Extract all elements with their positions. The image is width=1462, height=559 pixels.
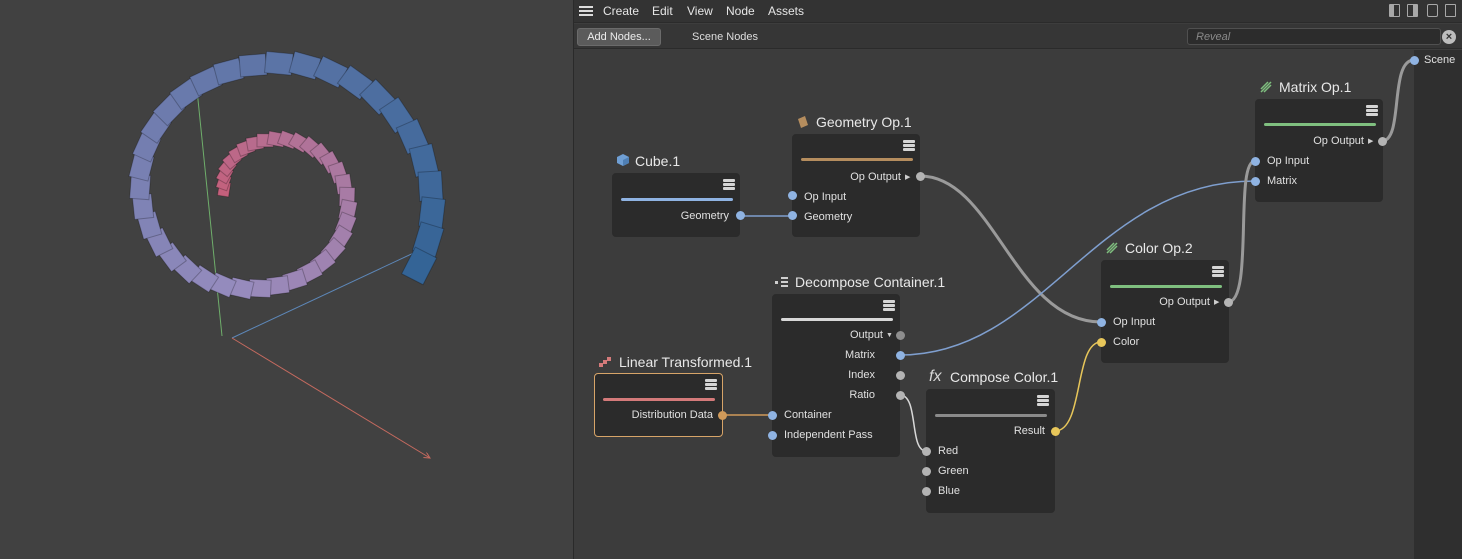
compose-color-red-port[interactable] [922,447,931,456]
port-label-red: Red [938,445,959,457]
layout-left-icon[interactable] [1389,4,1400,17]
cube-node[interactable]: Geometry [612,173,740,237]
port-label-op-output: Op Output [850,171,901,183]
linear-transformed-title: Linear Transformed.1 [619,354,753,370]
lock-icon[interactable] [1427,4,1438,17]
decompose-matrix-port[interactable] [896,351,905,360]
cube-node-title: Cube.1 [635,153,681,169]
port-label-op-input: Op Input [1113,316,1156,328]
reveal-search-input[interactable] [1187,28,1441,45]
linear-transformed-node[interactable]: Distribution Data [594,373,723,437]
decompose-output-port[interactable] [896,331,905,340]
viewport-render [128,50,446,559]
port-label-color: Color [1113,336,1140,348]
port-label-op-output: Op Output [1313,135,1364,147]
matrix-op-output-port[interactable] [1378,137,1387,146]
decompose-independent-pass-port[interactable] [768,431,777,440]
matrix-op-input-port[interactable] [1251,157,1260,166]
scene-label: Scene [1424,54,1456,66]
hamburger-menu-icon[interactable] [579,6,593,17]
fx-icon: fx [929,368,942,385]
decompose-icon [775,277,788,287]
decompose-title: Decompose Container.1 [795,274,946,290]
compose-color-blue-port[interactable] [922,487,931,496]
color-op-input-port[interactable] [1097,318,1106,327]
port-label-output: Output [849,329,883,341]
menu-view[interactable]: View [687,4,713,18]
port-label-result: Result [1013,425,1045,437]
decompose-container-node[interactable]: Output ▼ Matrix Index Ratio Container In… [772,294,900,457]
decompose-index-port[interactable] [896,371,905,380]
port-label-green: Green [938,465,969,477]
compose-color-node[interactable]: Result Red Green Blue [926,389,1055,513]
node-menu-icon[interactable] [883,300,895,311]
geometry-op-geometry-port[interactable] [788,211,797,220]
scene-output-strip [1414,50,1462,559]
node-menu-icon[interactable] [903,140,915,151]
node-menu-icon[interactable] [1037,395,1049,406]
node-menu-icon[interactable] [705,379,717,390]
port-label-geometry: Geometry [680,210,729,222]
port-label-op-input: Op Input [804,191,847,203]
port-label-matrix: Matrix [845,349,875,361]
port-label-index: Index [848,369,875,381]
matrix-op-title: Matrix Op.1 [1279,79,1352,95]
clear-icon[interactable]: × [1442,30,1456,44]
3d-viewport[interactable] [0,0,573,559]
linear-transformed-output-port[interactable] [718,411,727,420]
color-op-color-port[interactable] [1097,338,1106,347]
port-label-op-output: Op Output [1159,296,1210,308]
menu-create[interactable]: Create [603,4,639,18]
axis-y [196,80,223,337]
color-op-icon [1106,242,1118,254]
geometry-op-node[interactable]: Op Output ▶ Op Input Geometry [792,134,920,237]
node-editor: Create Edit View Node Assets Add Nodes..… [574,0,1462,559]
decompose-ratio-port[interactable] [896,391,905,400]
decompose-container-port[interactable] [768,411,777,420]
linear-transformed-icon [599,357,611,367]
spiral-cube [238,53,268,78]
geometry-op-input-port[interactable] [788,191,797,200]
menu-node[interactable]: Node [726,4,755,18]
port-label-blue: Blue [938,485,961,497]
geometry-op-icon [798,116,808,128]
port-label-distribution-data: Distribution Data [631,409,713,421]
port-label-ratio: Ratio [849,389,875,401]
matrix-op-node[interactable]: Op Output ▶ Op Input Matrix [1255,99,1383,202]
menu-bar: Create Edit View Node Assets [574,0,1462,23]
port-label-geometry: Geometry [804,211,853,223]
new-panel-icon[interactable] [1445,4,1456,17]
port-label-op-input: Op Input [1267,155,1310,167]
port-label-container: Container [784,409,832,421]
tab-scene-nodes[interactable]: Scene Nodes [692,31,758,43]
axis-x [231,337,430,458]
menu-assets[interactable]: Assets [768,4,804,18]
matrix-op-icon [1260,81,1272,93]
compose-color-green-port[interactable] [922,467,931,476]
geometry-op-output-port[interactable] [916,172,925,181]
port-label-matrix: Matrix [1267,175,1297,187]
color-op-output-port[interactable] [1224,298,1233,307]
node-menu-icon[interactable] [1366,105,1378,116]
scene-port[interactable] [1410,56,1419,65]
color-op-node[interactable]: Op Output ▶ Op Input Color [1101,260,1229,363]
add-nodes-button[interactable]: Add Nodes... [577,28,661,46]
color-op-title: Color Op.2 [1125,240,1193,256]
cube-icon [617,154,629,166]
node-menu-icon[interactable] [723,179,735,190]
node-menu-icon[interactable] [1212,266,1224,277]
layout-right-icon[interactable] [1407,4,1418,17]
port-label-independent-pass: Independent Pass [784,429,873,441]
cube-geometry-output-port[interactable] [736,211,745,220]
compose-color-title: Compose Color.1 [950,369,1059,385]
toolbar: Add Nodes... Scene Nodes × [574,24,1462,49]
compose-color-result-port[interactable] [1051,427,1060,436]
geometry-op-title: Geometry Op.1 [816,114,912,130]
menu-edit[interactable]: Edit [652,4,673,18]
matrix-op-matrix-port[interactable] [1251,177,1260,186]
spiral-cubes [128,50,446,300]
